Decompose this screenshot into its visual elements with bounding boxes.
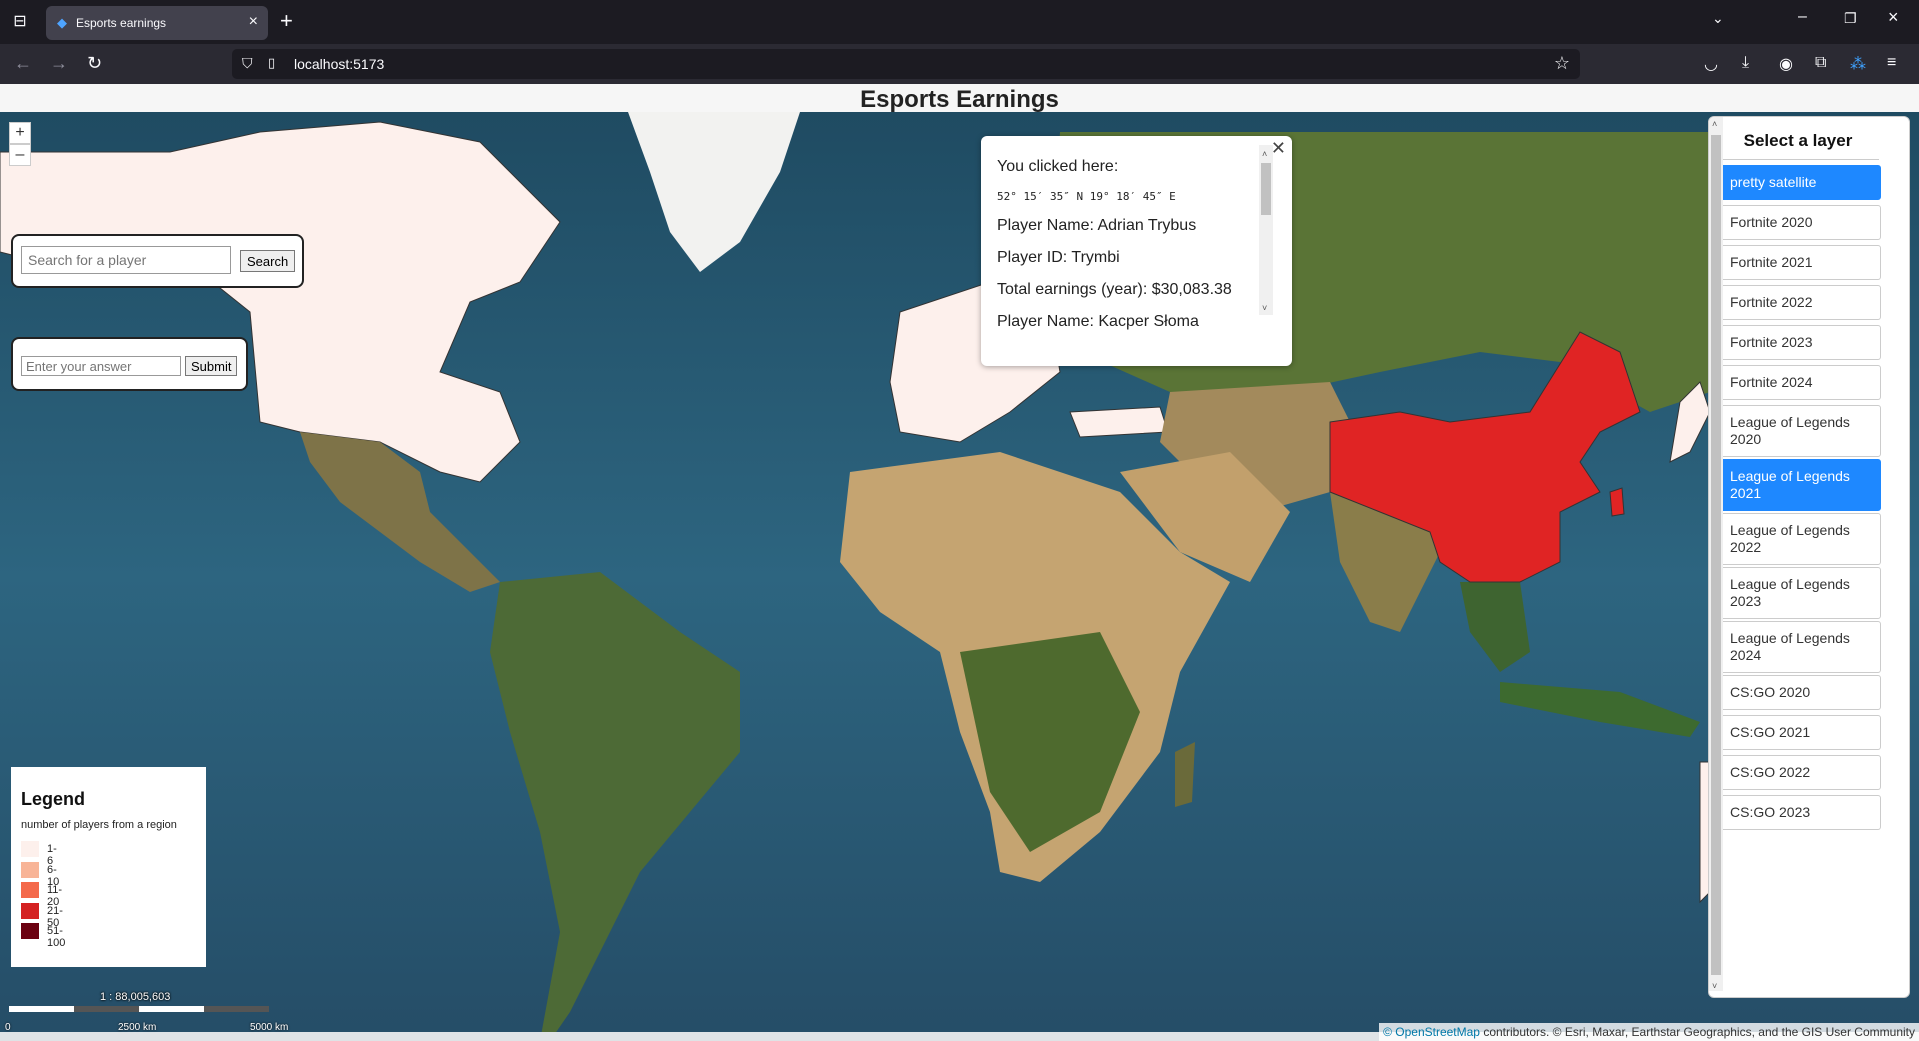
browser-tab[interactable]: ◆ Esports earnings × bbox=[46, 6, 268, 40]
close-tab-icon[interactable]: × bbox=[249, 13, 258, 31]
layer-button[interactable]: Fortnite 2020 bbox=[1719, 205, 1881, 240]
page-icon[interactable]: ▯ bbox=[268, 55, 275, 71]
legend-swatch bbox=[21, 861, 39, 878]
legend-panel: Legend number of players from a region 1… bbox=[11, 767, 206, 967]
layer-button[interactable]: Fortnite 2024 bbox=[1719, 365, 1881, 400]
popup-clicked-label: You clicked here: bbox=[997, 158, 1119, 175]
taiwan-region bbox=[1609, 487, 1625, 517]
url-text[interactable]: localhost:5173 bbox=[294, 56, 384, 72]
popup-scrollbar[interactable]: ˄ ˅ bbox=[1259, 145, 1273, 315]
player-name: Player Name: Adrian Trybus bbox=[997, 217, 1197, 234]
osm-link[interactable]: © OpenStreetMap bbox=[1383, 1025, 1480, 1039]
layer-button[interactable]: CS:GO 2020 bbox=[1719, 675, 1881, 710]
download-icon[interactable]: ⤓ bbox=[1742, 54, 1749, 72]
player-search-panel: Search bbox=[11, 234, 304, 288]
favicon-icon: ◆ bbox=[57, 15, 67, 30]
answer-input[interactable] bbox=[21, 356, 181, 376]
world-map[interactable]: + – Search Submit ✕ You clicked here: 52… bbox=[0, 112, 1919, 1041]
tab-title: Esports earnings bbox=[76, 16, 167, 30]
browser-tab-bar: ⊟ ◆ Esports earnings × + ⌄ – ❐ × bbox=[0, 0, 1919, 44]
madagascar-land bbox=[1175, 742, 1195, 807]
bookmark-star-icon[interactable]: ☆ bbox=[1554, 53, 1570, 74]
layer-button[interactable]: League of Legends 2023 bbox=[1719, 567, 1881, 619]
popup-coordinates: 52° 15′ 35″ N 19° 18′ 45″ E bbox=[997, 190, 1176, 203]
layer-button[interactable]: League of Legends 2022 bbox=[1719, 513, 1881, 565]
svg-text:˅: ˅ bbox=[1712, 981, 1717, 991]
reload-icon[interactable]: ↻ bbox=[87, 53, 102, 74]
minimize-icon[interactable]: – bbox=[1798, 8, 1807, 26]
legend-swatch bbox=[21, 902, 39, 919]
pocket-icon[interactable]: ◡ bbox=[1704, 54, 1718, 74]
layer-button[interactable]: Fortnite 2021 bbox=[1719, 245, 1881, 280]
legend-swatch bbox=[21, 923, 39, 939]
scale-label-end: 5000 km bbox=[250, 1022, 289, 1033]
legend-subtitle: number of players from a region bbox=[21, 819, 177, 831]
attribution-text: contributors. © Esri, Maxar, Earthstar G… bbox=[1479, 1025, 1915, 1039]
chevron-down-icon[interactable]: ⌄ bbox=[1712, 10, 1724, 27]
extension-icon[interactable]: ⁂ bbox=[1850, 54, 1866, 74]
map-attribution: © OpenStreetMap contributors. © Esri, Ma… bbox=[1379, 1023, 1919, 1041]
player-earnings: Total earnings (year): $30,083.38 bbox=[997, 281, 1232, 298]
menu-icon[interactable]: ≡ bbox=[1887, 54, 1896, 72]
web-page: Esports Earnings + – Search for a player… bbox=[0, 84, 1919, 1041]
turkey-region bbox=[1069, 406, 1169, 438]
layer-scrollbar[interactable]: ˄ ˅ bbox=[1709, 117, 1723, 991]
forward-icon[interactable]: → bbox=[50, 53, 68, 74]
legend-swatch bbox=[21, 841, 39, 857]
address-bar[interactable]: ⛉ ▯ localhost:5173 ☆ bbox=[232, 49, 1580, 79]
layer-button[interactable]: League of Legends 2020 bbox=[1719, 405, 1881, 457]
layer-heading: Select a layer bbox=[1717, 131, 1879, 160]
layer-selector-panel: Select a layer pretty satellite Fortnite … bbox=[1708, 116, 1910, 998]
scale-ratio: 1 : 88,005,603 bbox=[100, 991, 171, 1003]
player-search-input[interactable] bbox=[21, 246, 231, 274]
layer-button[interactable]: pretty satellite bbox=[1719, 165, 1881, 200]
layer-button[interactable]: League of Legends 2021 bbox=[1719, 459, 1881, 511]
extensions-icon[interactable]: ⧉ bbox=[1815, 54, 1826, 72]
search-button[interactable]: Search bbox=[240, 250, 296, 272]
scale-bar bbox=[9, 1006, 269, 1012]
layer-button[interactable]: Fortnite 2022 bbox=[1719, 285, 1881, 320]
zoom-out-button[interactable]: – bbox=[9, 144, 31, 166]
svg-text:˄: ˄ bbox=[1712, 119, 1717, 129]
zoom-in-button[interactable]: + bbox=[9, 122, 31, 144]
new-tab-icon[interactable]: + bbox=[280, 9, 293, 33]
map-popup: ✕ You clicked here: 52° 15′ 35″ N 19° 18… bbox=[981, 136, 1292, 366]
popup-content: You clicked here: 52° 15′ 35″ N 19° 18′ … bbox=[997, 158, 1237, 345]
back-icon[interactable]: ← bbox=[14, 53, 32, 74]
answer-panel: Submit bbox=[11, 337, 248, 391]
layer-button[interactable]: CS:GO 2023 bbox=[1719, 795, 1881, 830]
close-icon[interactable]: ✕ bbox=[1271, 138, 1286, 159]
layer-button[interactable]: Fortnite 2023 bbox=[1719, 325, 1881, 360]
window-close-icon[interactable]: × bbox=[1888, 7, 1899, 28]
scale-label-mid: 2500 km bbox=[118, 1022, 157, 1033]
restore-icon[interactable]: ❐ bbox=[1844, 10, 1857, 27]
legend-title: Legend bbox=[21, 789, 86, 809]
page-title: Esports Earnings bbox=[860, 86, 1059, 113]
layer-button[interactable]: CS:GO 2022 bbox=[1719, 755, 1881, 790]
browser-nav-bar: ← → ↻ ⛉ ▯ localhost:5173 ☆ ◡ ⤓ ◉ ⧉ ⁂ ≡ bbox=[0, 44, 1919, 84]
player-id: Player ID: Trymbi bbox=[997, 249, 1120, 266]
svg-text:˄: ˄ bbox=[1262, 149, 1267, 159]
layer-button[interactable]: CS:GO 2021 bbox=[1719, 715, 1881, 750]
legend-swatch bbox=[21, 882, 39, 898]
layer-button[interactable]: League of Legends 2024 bbox=[1719, 621, 1881, 673]
shield-icon[interactable]: ⛉ bbox=[242, 55, 253, 72]
submit-button[interactable]: Submit bbox=[185, 356, 238, 376]
legend-label: 51-100 bbox=[47, 925, 66, 949]
player-name: Player Name: Kacper Słoma bbox=[997, 313, 1199, 330]
tab-list-icon[interactable]: ⊟ bbox=[10, 12, 30, 32]
account-icon[interactable]: ◉ bbox=[1779, 54, 1793, 74]
svg-text:˅: ˅ bbox=[1262, 303, 1267, 313]
scale-label-start: 0 bbox=[5, 1022, 11, 1033]
